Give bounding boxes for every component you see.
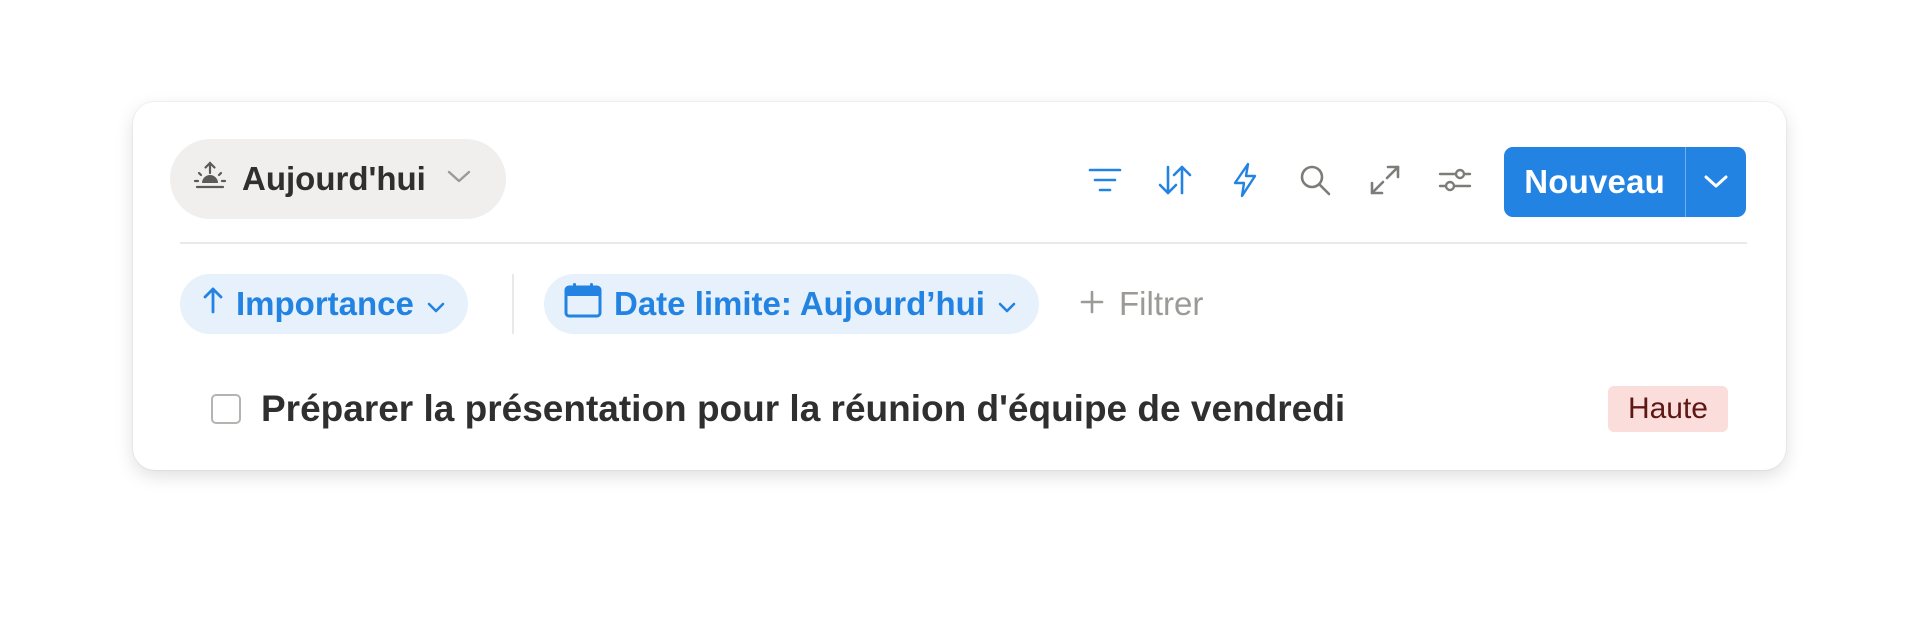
filter-button[interactable] [1070, 147, 1140, 217]
view-label: Aujourd'hui [242, 160, 426, 197]
calendar-icon [564, 282, 602, 326]
priority-badge: Haute [1607, 386, 1728, 432]
toolbar-divider [180, 242, 1747, 244]
new-button[interactable]: Nouveau [1504, 147, 1746, 217]
plus-icon [1079, 285, 1105, 323]
sort-chip-label: Importance [236, 285, 414, 322]
task-checkbox[interactable] [211, 394, 241, 424]
toolbar: Nouveau [1070, 147, 1746, 217]
calendar-svg [564, 283, 602, 318]
database-view-card: Aujourd'hui Nouveau Importance Date limi… [133, 102, 1786, 470]
automation-button[interactable] [1210, 147, 1280, 217]
new-button-label: Nouveau [1524, 163, 1665, 200]
sort-icon [1157, 163, 1193, 202]
settings-sliders-icon [1437, 164, 1473, 201]
expand-icon [1369, 164, 1401, 201]
filter-separator [512, 274, 514, 334]
automation-bolt-icon [1231, 162, 1259, 203]
filter-icon [1088, 166, 1122, 199]
view-selector[interactable]: Aujourd'hui [170, 139, 506, 219]
new-dropdown-button[interactable] [1686, 147, 1746, 217]
sort-chip-importance[interactable]: Importance [180, 274, 468, 334]
sunrise-icon [192, 159, 228, 200]
search-icon [1298, 163, 1332, 202]
add-filter-button[interactable]: Filtrer [1079, 274, 1203, 334]
task-title[interactable]: Préparer la présentation pour la réunion… [261, 388, 1608, 430]
chevron-down-icon [446, 169, 472, 190]
view-settings-button[interactable] [1420, 147, 1490, 217]
search-button[interactable] [1280, 147, 1350, 217]
chevron-down-icon [1704, 175, 1728, 188]
filter-chip-date[interactable]: Date limite: Aujourd’hui [544, 274, 1039, 334]
task-row[interactable]: Préparer la présentation pour la réunion… [211, 379, 1728, 439]
chevron-down-icon [997, 285, 1017, 323]
expand-button[interactable] [1350, 147, 1420, 217]
date-chip-label: Date limite: Aujourd’hui [614, 285, 985, 322]
arrow-up-icon [202, 285, 224, 323]
chevron-down-icon [426, 285, 446, 323]
sort-button[interactable] [1140, 147, 1210, 217]
add-filter-label: Filtrer [1119, 285, 1204, 322]
